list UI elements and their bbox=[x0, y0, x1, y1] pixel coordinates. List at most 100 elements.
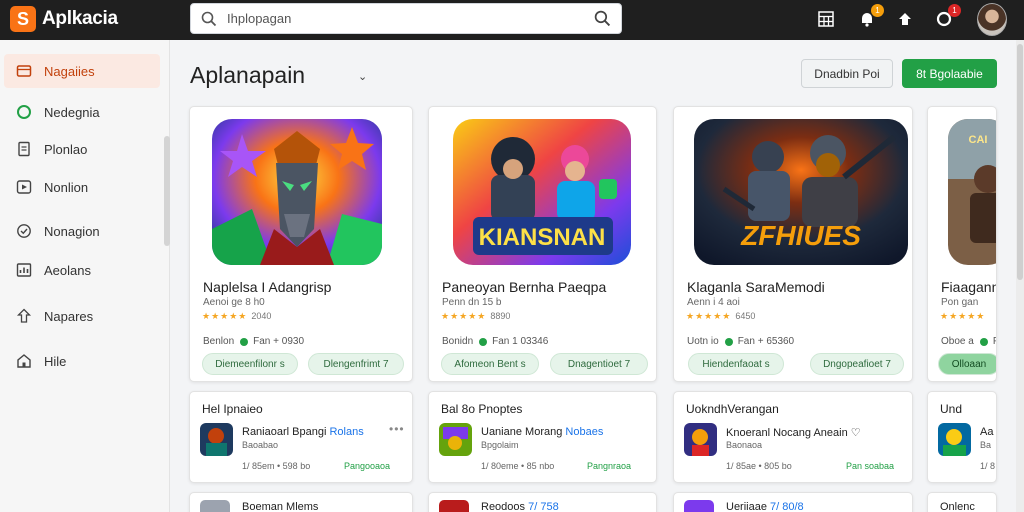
sidebar-item-label: Nedegnia bbox=[44, 104, 100, 120]
list-item-meta: 1/ 80eme • 85 nbo bbox=[481, 461, 555, 471]
app-artwork[interactable]: ZFHIUES bbox=[694, 119, 908, 265]
sidebar-item-hile[interactable]: Hile bbox=[4, 344, 160, 378]
scrollbar-thumb[interactable] bbox=[1017, 44, 1023, 280]
star-rating: ★★★★★ bbox=[940, 311, 985, 322]
status-dot-icon bbox=[240, 337, 249, 346]
list-item-subtitle: Bpgolaim bbox=[481, 440, 519, 450]
list-card-header: Und bbox=[940, 402, 963, 416]
tag-chip[interactable]: Afomeon Bent s bbox=[441, 353, 539, 375]
list-thumbnail[interactable] bbox=[439, 500, 469, 512]
app-name[interactable]: Naplelsa I Adangrisp bbox=[203, 279, 331, 295]
chevron-down-icon[interactable]: ⌄ bbox=[358, 70, 367, 83]
list-card: Bal 8o Pnoptes Uaniane Morang Nobaes Bpg… bbox=[428, 391, 657, 483]
list-item-title[interactable]: Reodoos 7/ 758 bbox=[481, 501, 559, 512]
favorite-heart-icon[interactable]: ♡ bbox=[851, 427, 861, 439]
tag-chip[interactable]: Dlengenfrimt 7 bbox=[308, 353, 404, 375]
list-item-action[interactable]: Pan soabaa bbox=[846, 461, 894, 471]
search-submit-icon[interactable] bbox=[594, 10, 611, 27]
list-item-tag: Rolans bbox=[329, 426, 364, 438]
app-name[interactable]: Klaganla SaraMemodi bbox=[687, 279, 825, 295]
app-artwork[interactable] bbox=[212, 119, 382, 265]
upload-icon bbox=[16, 308, 32, 324]
list-item-subtitle: Baonaoa bbox=[726, 440, 763, 450]
tag-chip[interactable]: Diemeenfilonr s bbox=[202, 353, 298, 375]
list-thumbnail[interactable] bbox=[200, 423, 233, 456]
list-card: Onlenc bbox=[927, 492, 997, 512]
rating-count: 2040 bbox=[251, 311, 272, 321]
list-item-title[interactable]: Knoeranl Nocang Aneain ♡ bbox=[726, 426, 861, 439]
alert-icon[interactable]: 1 bbox=[933, 4, 961, 30]
artwork-title-text: KIANSNAN bbox=[479, 224, 606, 251]
app-artwork[interactable]: CAI bbox=[948, 119, 996, 265]
list-item-title[interactable]: Aa bbox=[980, 426, 993, 438]
shield-icon bbox=[16, 223, 32, 239]
sidebar: Nagaiies Nedegnia Plonlao Nonlion Nonagi… bbox=[0, 40, 170, 512]
meta-right: Fa bbox=[993, 336, 996, 347]
list-card-header: UokndhVerangan bbox=[686, 402, 779, 416]
circle-icon bbox=[16, 104, 32, 120]
grid-menu-icon[interactable] bbox=[815, 8, 837, 30]
list-item-tag: Nobaes bbox=[565, 426, 604, 438]
app-card[interactable]: CAI Fiaagann Pon gan ★★★★★ Oboe a Fa Ollo… bbox=[927, 106, 997, 382]
list-thumbnail[interactable] bbox=[200, 500, 230, 512]
sidebar-item-nonlion[interactable]: Nonlion bbox=[4, 170, 160, 204]
play-icon bbox=[16, 179, 32, 195]
sidebar-item-nonagion[interactable]: Nonagion bbox=[4, 214, 160, 248]
app-card[interactable]: KIANSNAN Paneoyan Bernha Paeqpa Penn dn … bbox=[428, 106, 657, 382]
sidebar-item-plonlao[interactable]: Plonlao bbox=[4, 132, 160, 166]
list-item-action[interactable]: Pangnraoa bbox=[587, 461, 631, 471]
list-item-title[interactable]: Raniaoarl Bpangi Rolans bbox=[242, 426, 364, 438]
app-artwork[interactable]: KIANSNAN bbox=[453, 119, 631, 265]
tag-chip[interactable]: Dngopeafioet 7 bbox=[810, 353, 904, 375]
list-item-meta: 1/ 85em • 598 bo bbox=[242, 461, 311, 471]
secondary-action-button[interactable]: Dnadbin Poi bbox=[801, 59, 893, 88]
sidebar-item-nagaiies[interactable]: Nagaiies bbox=[4, 54, 160, 88]
app-meta: Benlon Fan + 0930 bbox=[203, 336, 304, 347]
app-meta: Oboe a Fa bbox=[941, 336, 996, 347]
tag-chip[interactable]: Dnagentioet 7 bbox=[550, 353, 648, 375]
sync-icon[interactable] bbox=[894, 8, 916, 30]
search-icon[interactable] bbox=[201, 11, 217, 27]
sidebar-item-aeolans[interactable]: Aeolans bbox=[4, 253, 160, 287]
app-card[interactable]: ZFHIUES Klaganla SaraMemodi Aenn i 4 aoi… bbox=[673, 106, 913, 382]
list-thumbnail[interactable] bbox=[684, 500, 714, 512]
stars-icon: ★★★★★ bbox=[940, 311, 986, 321]
list-item-tag: 7/ 758 bbox=[528, 501, 559, 512]
logo-mark-icon: S bbox=[10, 6, 36, 32]
list-item-title[interactable]: Uaniane Morang Nobaes bbox=[481, 426, 603, 438]
star-rating: ★★★★★ 2040 bbox=[202, 311, 271, 322]
list-thumbnail[interactable] bbox=[938, 423, 971, 456]
main-scrollbar[interactable] bbox=[1016, 40, 1024, 512]
sidebar-item-label: Aeolans bbox=[44, 262, 91, 278]
page-title: Aplanapain bbox=[190, 62, 306, 88]
notification-bell-icon[interactable]: 1 bbox=[856, 4, 884, 30]
more-options-icon[interactable]: ••• bbox=[389, 422, 405, 436]
meta-left: Bonidn bbox=[442, 336, 474, 347]
tag-chip[interactable]: Hiendenfaoat s bbox=[688, 353, 784, 375]
primary-action-button[interactable]: 8t Bgolaabie bbox=[902, 59, 997, 88]
search-bar bbox=[190, 3, 622, 34]
app-card[interactable]: Naplelsa I Adangrisp Aenoi ge 8 h0 ★★★★★… bbox=[189, 106, 413, 382]
app-name[interactable]: Paneoyan Bernha Paeqpa bbox=[442, 279, 606, 295]
search-input[interactable] bbox=[227, 11, 594, 26]
list-item-title[interactable]: Onlenc bbox=[940, 501, 975, 512]
app-name[interactable]: Fiaagann bbox=[941, 279, 996, 295]
user-avatar[interactable] bbox=[977, 3, 1007, 36]
sidebar-item-napares[interactable]: Napares bbox=[4, 299, 160, 333]
app-logo[interactable]: S Aplkacia bbox=[10, 6, 118, 32]
list-card: Hel Ipnaieo Raniaoarl Bpangi Rolans ••• … bbox=[189, 391, 413, 483]
sidebar-item-nedegnia[interactable]: Nedegnia bbox=[4, 95, 160, 129]
list-thumbnail[interactable] bbox=[439, 423, 472, 456]
list-item-title[interactable]: Ueriiaae 7/ 80/8 bbox=[726, 501, 804, 512]
list-thumbnail[interactable] bbox=[684, 423, 717, 456]
sidebar-scrollbar[interactable] bbox=[164, 136, 170, 246]
list-item-title[interactable]: Boeman Mlems bbox=[242, 501, 318, 512]
rating-count: 6450 bbox=[735, 311, 756, 321]
app-developer: Aenn i 4 aoi bbox=[687, 297, 740, 308]
artwork-title-text: CAI bbox=[969, 134, 988, 146]
status-dot-icon bbox=[724, 337, 733, 346]
chart-icon bbox=[16, 262, 32, 278]
list-item-action[interactable]: Pangooaoa bbox=[344, 461, 390, 471]
list-item-subtitle: Baoabao bbox=[242, 440, 279, 450]
tag-chip[interactable]: Olloaan bbox=[938, 353, 996, 375]
